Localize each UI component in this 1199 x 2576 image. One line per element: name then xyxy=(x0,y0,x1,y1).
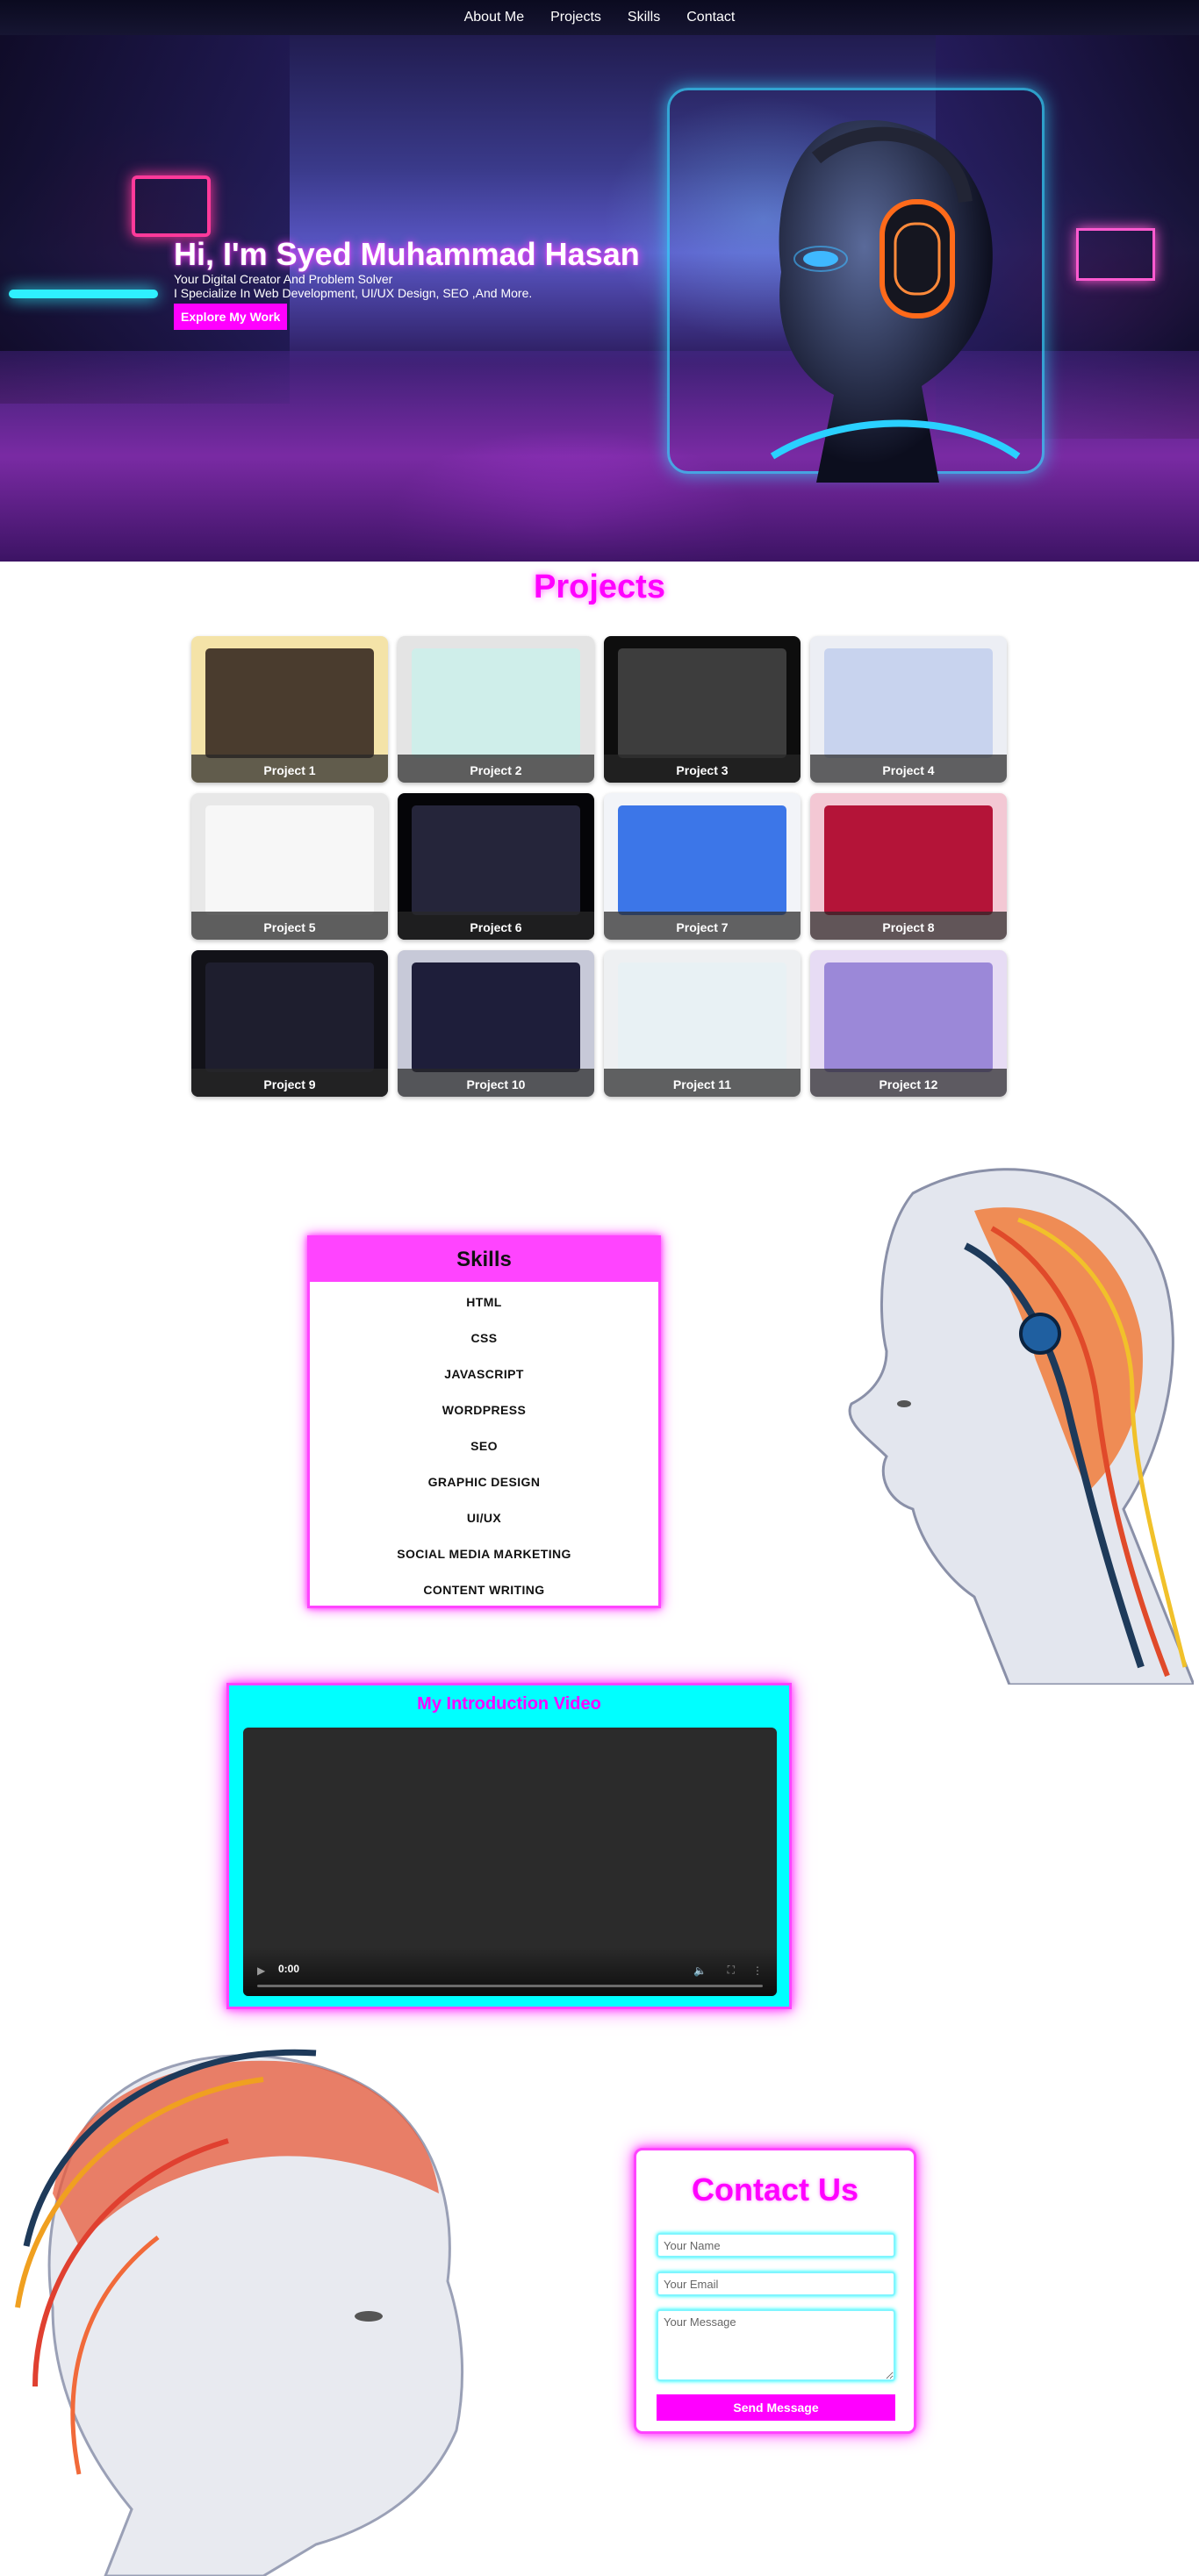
nav-link-projects[interactable]: Projects xyxy=(550,10,601,25)
skill-item: CSS xyxy=(470,1330,498,1345)
project-caption-bar: Project 7 xyxy=(604,912,801,940)
skill-item: UI/UX xyxy=(466,1510,502,1525)
nav-link-about[interactable]: About Me xyxy=(464,10,524,25)
hero-subtitle: I Specialize In Web Development, UI/UX D… xyxy=(174,286,533,300)
neon-sign xyxy=(1076,228,1155,281)
project-label: Project 7 xyxy=(676,920,729,934)
project-thumbnail xyxy=(618,962,786,1072)
project-thumbnail xyxy=(824,962,993,1072)
project-card[interactable]: Project 10 xyxy=(398,950,594,1097)
nav-link-skills[interactable]: Skills xyxy=(628,10,660,25)
more-options-icon[interactable]: ⋮ xyxy=(752,1964,763,1977)
video-title: My Introduction Video xyxy=(417,1694,601,1714)
send-message-button[interactable]: Send Message xyxy=(657,2394,895,2421)
project-thumbnail xyxy=(618,805,786,915)
project-card[interactable]: Project 3 xyxy=(604,636,801,783)
project-caption-bar: Project 10 xyxy=(398,1069,594,1097)
neon-sign xyxy=(132,175,211,237)
explore-work-button[interactable]: Explore My Work xyxy=(174,304,288,330)
intro-video-card: My Introduction Video ▶ 0:00 🔈 ⛶ ⋮ xyxy=(226,1683,792,2009)
skills-title: Skills xyxy=(310,1238,658,1282)
project-card[interactable]: Project 6 xyxy=(398,793,594,940)
project-thumbnail xyxy=(205,962,374,1072)
skill-item: WORDPRESS xyxy=(442,1402,527,1417)
hero-section: Hi, I'm Syed Muhammad Hasan Your Digital… xyxy=(0,0,1199,562)
project-label: Project 3 xyxy=(676,763,729,777)
project-thumbnail xyxy=(205,805,374,915)
cyborg-head-image-2 xyxy=(15,2049,464,2576)
project-thumbnail xyxy=(412,805,580,915)
skill-item: SEO xyxy=(470,1438,498,1453)
skill-item: CONTENT WRITING xyxy=(423,1582,545,1597)
project-caption-bar: Project 9 xyxy=(191,1069,388,1097)
skills-card: Skills HTML CSS JAVASCRIPT WORDPRESS SEO… xyxy=(307,1235,661,1608)
email-field[interactable] xyxy=(657,2272,895,2296)
play-icon[interactable]: ▶ xyxy=(257,1964,265,1977)
project-caption-bar: Project 11 xyxy=(604,1069,801,1097)
video-time: 0:00 xyxy=(278,1963,300,1975)
project-thumbnail xyxy=(618,648,786,758)
project-card[interactable]: Project 1 xyxy=(191,636,388,783)
project-label: Project 2 xyxy=(470,763,522,777)
skill-item: SOCIAL MEDIA MARKETING xyxy=(397,1546,571,1561)
project-caption-bar: Project 6 xyxy=(398,912,594,940)
project-card[interactable]: Project 2 xyxy=(398,636,594,783)
project-caption-bar: Project 3 xyxy=(604,755,801,783)
project-caption-bar: Project 2 xyxy=(398,755,594,783)
hero-title: Hi, I'm Syed Muhammad Hasan xyxy=(174,236,640,272)
hero-subtitle: Your Digital Creator And Problem Solver xyxy=(174,272,393,286)
project-label: Project 6 xyxy=(470,920,522,934)
project-caption-bar: Project 4 xyxy=(810,755,1007,783)
project-card[interactable]: Project 9 xyxy=(191,950,388,1097)
name-field[interactable] xyxy=(657,2233,895,2258)
project-thumbnail xyxy=(824,805,993,915)
project-label: Project 9 xyxy=(263,1077,316,1091)
project-caption-bar: Project 5 xyxy=(191,912,388,940)
top-nav: About Me Projects Skills Contact xyxy=(0,0,1199,35)
cyborg-head-image xyxy=(848,1168,1194,1685)
project-card[interactable]: Project 7 xyxy=(604,793,801,940)
project-caption-bar: Project 12 xyxy=(810,1069,1007,1097)
project-card[interactable]: Project 11 xyxy=(604,950,801,1097)
project-thumbnail xyxy=(205,648,374,758)
contact-form: Contact Us Send Message xyxy=(634,2148,916,2434)
project-card[interactable]: Project 12 xyxy=(810,950,1007,1097)
hero-text: Hi, I'm Syed Muhammad Hasan Your Digital… xyxy=(174,237,788,330)
project-label: Project 12 xyxy=(879,1077,938,1091)
contact-title: Contact Us xyxy=(691,2172,859,2207)
skills-list: HTML CSS JAVASCRIPT WORDPRESS SEO GRAPHI… xyxy=(310,1282,658,1607)
project-thumbnail xyxy=(412,962,580,1072)
project-card[interactable]: Project 8 xyxy=(810,793,1007,940)
projects-title: Projects xyxy=(534,569,665,605)
project-label: Project 1 xyxy=(263,763,316,777)
project-label: Project 5 xyxy=(263,920,316,934)
project-thumbnail xyxy=(824,648,993,758)
projects-grid: Project 1 Project 2 Project 3 Project 4 Proj… xyxy=(191,636,1008,1097)
project-label: Project 8 xyxy=(882,920,935,934)
neon-sign xyxy=(9,290,158,298)
project-caption-bar: Project 8 xyxy=(810,912,1007,940)
skill-item: GRAPHIC DESIGN xyxy=(427,1474,541,1489)
fullscreen-icon[interactable]: ⛶ xyxy=(728,1964,735,1977)
project-card[interactable]: Project 4 xyxy=(810,636,1007,783)
project-label: Project 10 xyxy=(466,1077,526,1091)
project-caption-bar: Project 1 xyxy=(191,755,388,783)
project-label: Project 11 xyxy=(672,1077,732,1091)
message-field[interactable] xyxy=(657,2309,895,2381)
skill-item: JAVASCRIPT xyxy=(444,1366,524,1381)
nav-link-contact[interactable]: Contact xyxy=(686,10,735,25)
project-thumbnail xyxy=(412,648,580,758)
project-card[interactable]: Project 5 xyxy=(191,793,388,940)
skill-item: HTML xyxy=(466,1294,502,1309)
video-player[interactable]: ▶ 0:00 🔈 ⛶ ⋮ xyxy=(243,1728,777,1996)
video-progress-track[interactable] xyxy=(257,1985,763,1987)
volume-icon[interactable]: 🔈 xyxy=(693,1964,707,1977)
project-label: Project 4 xyxy=(882,763,935,777)
